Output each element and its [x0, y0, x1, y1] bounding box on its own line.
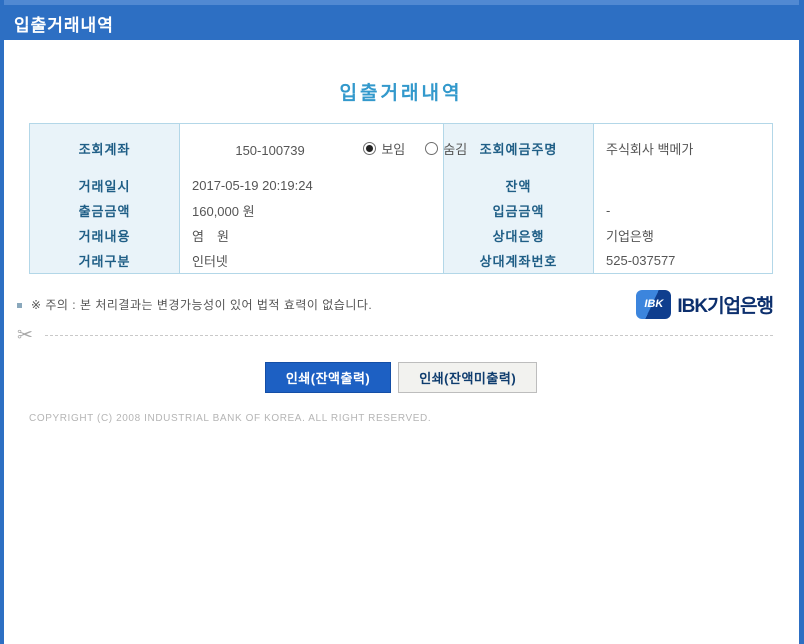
header-highlight-strip	[4, 0, 799, 5]
value-transaction-type: 인터넷	[179, 248, 444, 273]
notice-text: ※ 주의 : 본 처리결과는 변경가능성이 있어 법적 효력이 없습니다.	[31, 298, 373, 312]
print-with-balance-button[interactable]: 인쇄(잔액출력)	[264, 361, 392, 393]
radio-option-show[interactable]: 보임	[363, 139, 405, 158]
value-transaction-detail: 염 원	[179, 223, 444, 248]
ibk-logo-text: IBK기업은행	[677, 296, 774, 317]
scissors-icon: ✂	[17, 325, 33, 346]
label-inquiry-account: 조회계좌	[29, 123, 180, 173]
label-counterpart-bank: 상대은행	[443, 223, 594, 248]
label-withdrawal-amount: 출금금액	[29, 198, 180, 223]
button-row: 인쇄(잔액출력) 인쇄(잔액미출력)	[29, 361, 773, 393]
bullet-icon	[17, 302, 22, 308]
value-counterpart-account: 525-037577	[593, 248, 773, 273]
copyright-text: COPYRIGHT (C) 2008 INDUSTRIAL BANK OF KO…	[29, 412, 432, 424]
value-transaction-datetime: 2017-05-19 20:19:24	[179, 173, 444, 198]
transaction-table: 조회계좌 150-100739 보임 숨김 조회예금주명 주식회사 백메가 거래일시…	[29, 123, 773, 274]
dashed-divider	[44, 335, 773, 336]
content-area: 입출거래내역 조회계좌 150-100739 보임 숨김 조회예금주명 주식회사 백…	[4, 78, 799, 424]
window: 입출거래내역 입출거래내역 조회계좌 150-100739 보임 숨김 조회예금주명…	[0, 0, 804, 644]
table-row: 거래내용 염 원 상대은행 기업은행	[29, 223, 773, 248]
header-title: 입출거래내역	[14, 16, 114, 35]
label-balance: 잔액	[443, 173, 594, 198]
label-transaction-type: 거래구분	[29, 248, 180, 273]
notice-row: ※ 주의 : 본 처리결과는 변경가능성이 있어 법적 효력이 없습니다. IB…	[17, 284, 774, 326]
value-counterpart-bank: 기업은행	[593, 223, 773, 248]
label-transaction-datetime: 거래일시	[29, 173, 180, 198]
radio-show-icon	[363, 142, 377, 155]
radio-hide-icon	[425, 142, 439, 155]
label-transaction-detail: 거래내용	[29, 223, 180, 248]
label-counterpart-account: 상대계좌번호	[443, 248, 594, 273]
value-deposit-amount: -	[593, 198, 773, 223]
print-without-balance-button[interactable]: 인쇄(잔액미출력)	[398, 361, 538, 393]
value-holder-name: 주식회사 백메가	[593, 123, 773, 173]
radio-option-hide[interactable]: 숨김	[425, 139, 467, 158]
ibk-logo: IBK IBK기업은행	[636, 290, 774, 319]
table-row: 출금금액 160,000 원 입금금액 -	[29, 198, 773, 223]
ibk-logo-icon: IBK	[636, 290, 672, 319]
account-number: 150-100739	[235, 143, 305, 158]
page-title: 입출거래내역	[339, 83, 463, 104]
value-withdrawal-amount: 160,000 원	[179, 198, 444, 223]
value-inquiry-account: 150-100739 보임 숨김	[179, 123, 467, 173]
table-row: 조회계좌 150-100739 보임 숨김 조회예금주명 주식회사 백메가	[29, 123, 773, 173]
cut-line: ✂	[17, 326, 773, 346]
table-row: 거래일시 2017-05-19 20:19:24 잔액	[29, 173, 773, 198]
value-balance	[593, 173, 773, 198]
table-row: 거래구분 인터넷 상대계좌번호 525-037577	[29, 248, 773, 273]
label-deposit-amount: 입금금액	[443, 198, 594, 223]
header-bar: 입출거래내역	[4, 0, 799, 40]
